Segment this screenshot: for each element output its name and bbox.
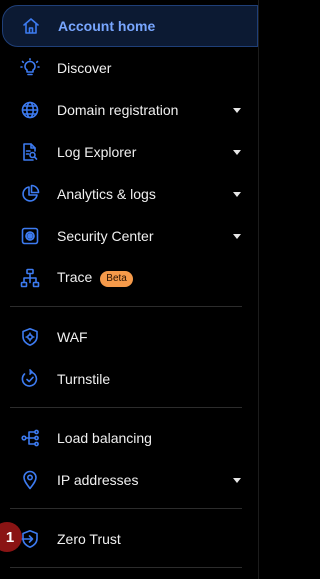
nav-label-security-center: Security Center	[57, 228, 154, 244]
nav-item-security-center[interactable]: Security Center	[0, 216, 258, 256]
section-divider	[10, 508, 242, 509]
security-center-icon	[19, 225, 41, 247]
nav-label-trace: Trace Beta	[57, 269, 133, 287]
nav-label-load-balancing: Load balancing	[57, 430, 152, 446]
pie-chart-icon	[19, 183, 41, 205]
lightbulb-icon	[19, 57, 41, 79]
nav-item-load-balancing[interactable]: Load balancing	[0, 418, 258, 458]
location-pin-icon	[19, 469, 41, 491]
nav-label-log-explorer: Log Explorer	[57, 144, 137, 160]
hierarchy-icon	[19, 267, 41, 289]
chevron-down-icon[interactable]	[233, 477, 241, 483]
shield-arrow-icon	[19, 528, 41, 550]
nav-label-domain-registration: Domain registration	[57, 102, 179, 118]
nav-item-waf[interactable]: WAF	[0, 317, 258, 357]
sidebar-nav: Account home Discover Domain registratio…	[0, 0, 259, 579]
nav-item-trace[interactable]: Trace Beta	[0, 258, 258, 298]
document-search-icon	[19, 141, 41, 163]
chevron-down-icon[interactable]	[233, 233, 241, 239]
section-divider	[10, 306, 242, 307]
nav-item-ip-addresses[interactable]: IP addresses	[0, 460, 258, 500]
nav-label-ip-addresses: IP addresses	[57, 472, 139, 488]
shield-icon	[19, 326, 41, 348]
nav-label-analytics-logs: Analytics & logs	[57, 186, 156, 202]
house-icon	[20, 15, 42, 37]
nav-item-analytics-logs[interactable]: Analytics & logs	[0, 174, 258, 214]
nav-item-turnstile[interactable]: Turnstile	[0, 359, 258, 399]
nav-label-account-home: Account home	[58, 18, 156, 34]
turnstile-icon	[19, 368, 41, 390]
section-divider	[10, 567, 242, 568]
nav-label-turnstile: Turnstile	[57, 371, 111, 387]
nav-item-domain-registration[interactable]: Domain registration	[0, 90, 258, 130]
chevron-down-icon[interactable]	[233, 107, 241, 113]
chevron-down-icon[interactable]	[233, 149, 241, 155]
section-divider	[10, 407, 242, 408]
nav-label-zero-trust: Zero Trust	[57, 531, 121, 547]
load-balancer-icon	[19, 427, 41, 449]
nav-item-log-explorer[interactable]: Log Explorer	[0, 132, 258, 172]
trace-label-text: Trace	[57, 269, 93, 286]
chevron-down-icon[interactable]	[233, 191, 241, 197]
nav-item-account-home[interactable]: Account home	[2, 5, 258, 47]
nav-label-discover: Discover	[57, 60, 112, 76]
globe-icon	[19, 99, 41, 121]
beta-badge: Beta	[100, 270, 133, 287]
nav-item-discover[interactable]: Discover	[0, 48, 258, 88]
nav-item-zero-trust[interactable]: Zero Trust	[0, 519, 258, 559]
nav-label-waf: WAF	[57, 329, 88, 345]
